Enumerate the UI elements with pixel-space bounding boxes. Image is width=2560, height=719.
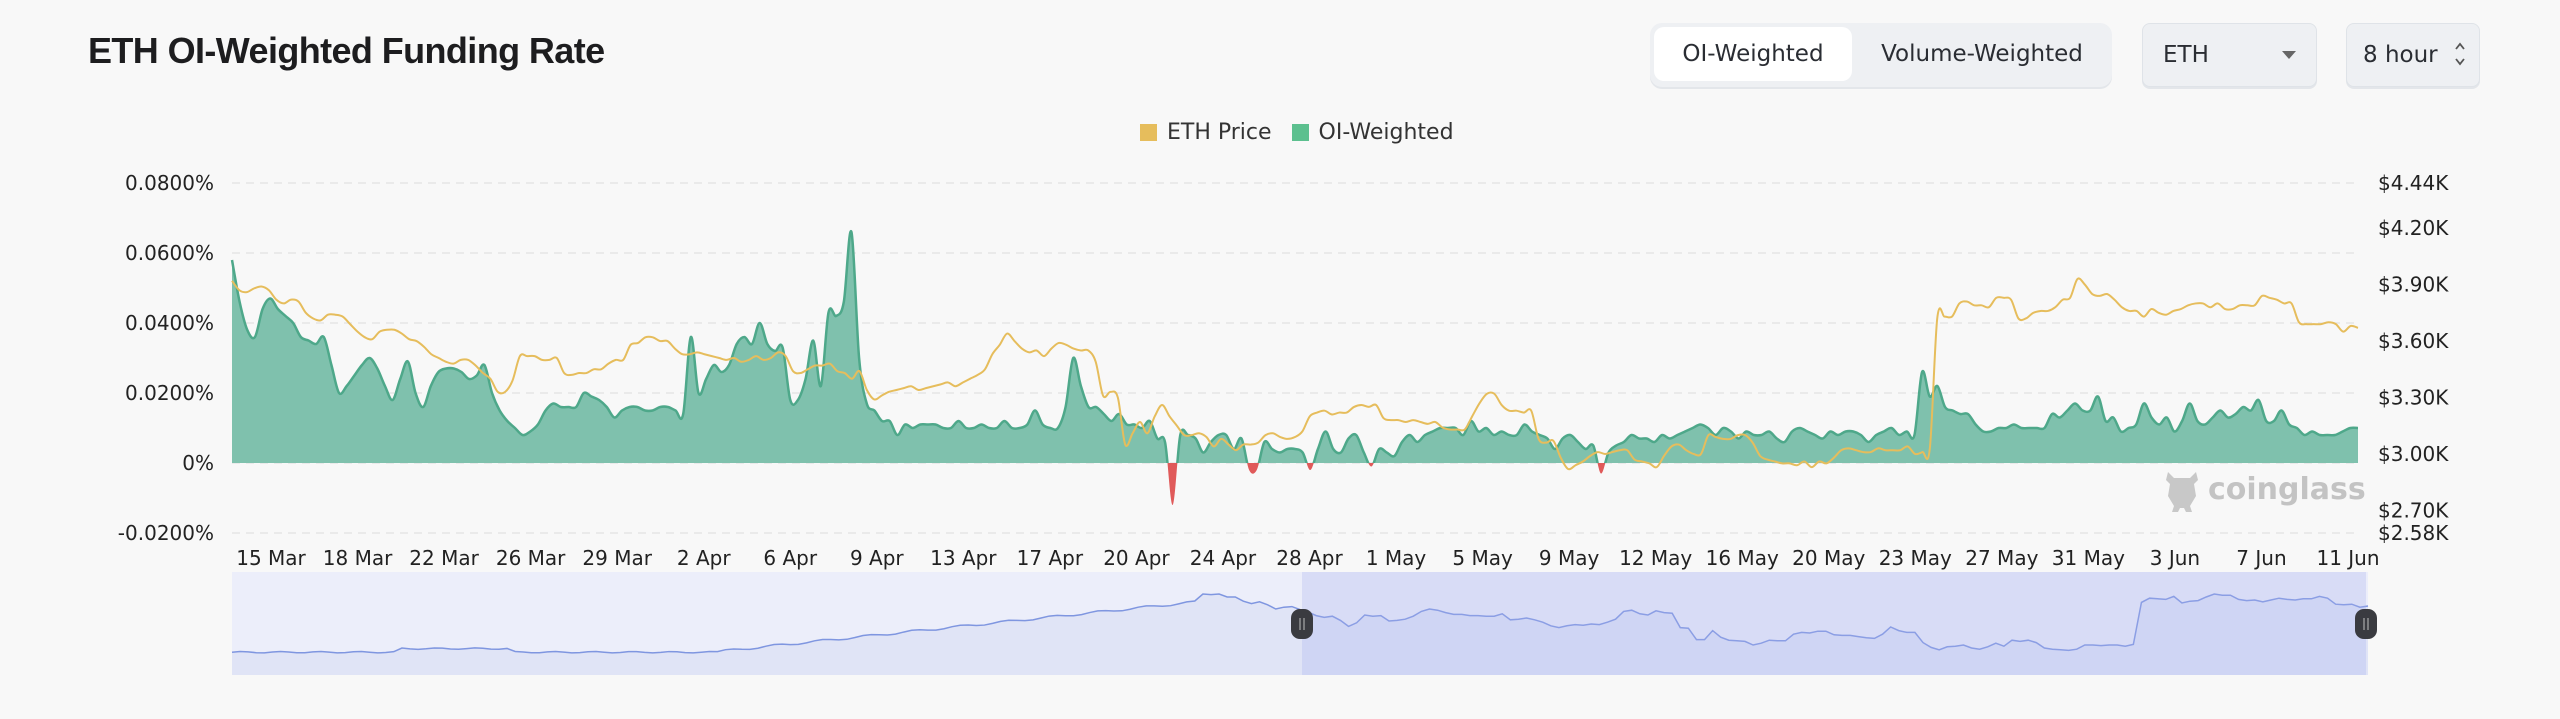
y-right-tick-label: $3.30K	[2378, 386, 2449, 410]
x-tick-label: 31 May	[2052, 546, 2125, 570]
x-tick-label: 1 May	[1366, 546, 1427, 570]
x-tick-label: 9 Apr	[850, 546, 904, 570]
range-navigator	[231, 572, 2377, 675]
x-tick-label: 11 Jun	[2316, 546, 2379, 570]
y-right-tick-label: $3.00K	[2378, 442, 2449, 466]
navigator-selection[interactable]	[1302, 572, 2366, 675]
x-tick-label: 23 May	[1879, 546, 1952, 570]
x-tick-label: 20 May	[1792, 546, 1865, 570]
x-tick-label: 6 Apr	[763, 546, 817, 570]
oi-weighted-series	[230, 230, 2359, 506]
x-tick-label: 2 Apr	[677, 546, 731, 570]
x-tick-label: 16 May	[1706, 546, 1779, 570]
coinglass-watermark: coinglass	[2162, 466, 2366, 512]
y-right-tick-label: $4.44K	[2378, 171, 2449, 195]
y-axis-left: 0.0800% 0.0600% 0.0400% 0.0200% 0% -0.0200%	[118, 171, 214, 545]
y-left-tick-label: 0.0200%	[125, 381, 214, 405]
coinglass-logo-icon	[2166, 472, 2198, 512]
x-tick-label: 3 Jun	[2150, 546, 2200, 570]
navigator-handle-left[interactable]	[1291, 609, 1313, 639]
watermark-text: coinglass	[2208, 471, 2366, 507]
x-tick-label: 18 Mar	[323, 546, 393, 570]
y-left-tick-label: 0%	[182, 451, 214, 475]
y-right-tick-label: $4.20K	[2378, 216, 2449, 240]
y-right-tick-label: $3.60K	[2378, 329, 2449, 353]
y-left-tick-label: 0.0400%	[125, 311, 214, 335]
x-tick-label: 28 Apr	[1276, 546, 1343, 570]
oi-weighted-area-positive	[232, 231, 2358, 463]
x-tick-label: 22 Mar	[409, 546, 479, 570]
navigator-handle-right[interactable]	[2355, 609, 2377, 639]
x-tick-label: 15 Mar	[236, 546, 306, 570]
grid-lines	[232, 182, 2358, 534]
x-tick-label: 7 Jun	[2236, 546, 2286, 570]
oi-weighted-line	[230, 230, 2359, 463]
y-right-tick-label: $3.90K	[2378, 273, 2449, 297]
x-tick-label: 5 May	[1452, 546, 1513, 570]
y-left-tick-label: 0.0800%	[125, 171, 214, 195]
y-right-tick-label: $2.70K	[2378, 498, 2449, 522]
x-tick-label: 24 Apr	[1190, 546, 1257, 570]
x-tick-label: 13 Apr	[930, 546, 997, 570]
y-left-tick-label: -0.0200%	[118, 521, 214, 545]
y-right-tick-label: $2.58K	[2378, 521, 2449, 545]
x-tick-label: 26 Mar	[496, 546, 566, 570]
y-left-tick-label: 0.0600%	[125, 241, 214, 265]
x-tick-label: 20 Apr	[1103, 546, 1170, 570]
funding-rate-chart[interactable]: 0.0800% 0.0600% 0.0400% 0.0200% 0% -0.0200% $…	[0, 0, 2560, 719]
y-axis-right: $4.44K $4.20K $3.90K $3.60K $3.30K $3.00K $2.7…	[2378, 171, 2449, 545]
x-tick-label: 17 Apr	[1017, 546, 1084, 570]
x-tick-label: 9 May	[1539, 546, 1600, 570]
x-tick-label: 29 Mar	[582, 546, 652, 570]
oi-weighted-area-negative	[232, 463, 2358, 506]
x-tick-label: 27 May	[1965, 546, 2038, 570]
x-tick-label: 12 May	[1619, 546, 1692, 570]
x-axis: 15 Mar 18 Mar 22 Mar 26 Mar 29 Mar 2 Apr 6 Apr…	[236, 546, 2379, 570]
